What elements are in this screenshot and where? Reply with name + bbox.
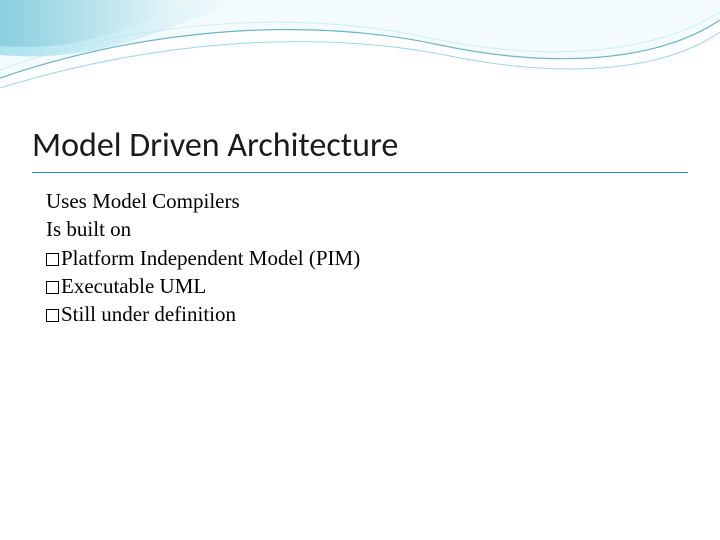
header-wave-decoration bbox=[0, 0, 720, 120]
square-bullet-icon bbox=[46, 309, 59, 322]
square-bullet-icon bbox=[46, 253, 59, 266]
bullet-line: Still under definition bbox=[46, 300, 688, 328]
bullet-text: Still under definition bbox=[61, 302, 236, 326]
slide-title: Model Driven Architecture bbox=[32, 125, 688, 173]
square-bullet-icon bbox=[46, 281, 59, 294]
text-line: Is built on bbox=[46, 215, 688, 243]
bullet-line: Executable UML bbox=[46, 272, 688, 300]
text-line: Uses Model Compilers bbox=[46, 187, 688, 215]
bullet-text: Platform Independent Model (PIM) bbox=[61, 246, 360, 270]
bullet-text: Executable UML bbox=[61, 274, 206, 298]
slide-body: Uses Model Compilers Is built on Platfor… bbox=[32, 187, 688, 329]
bullet-line: Platform Independent Model (PIM) bbox=[46, 244, 688, 272]
slide-content: Model Driven Architecture Uses Model Com… bbox=[32, 125, 688, 329]
